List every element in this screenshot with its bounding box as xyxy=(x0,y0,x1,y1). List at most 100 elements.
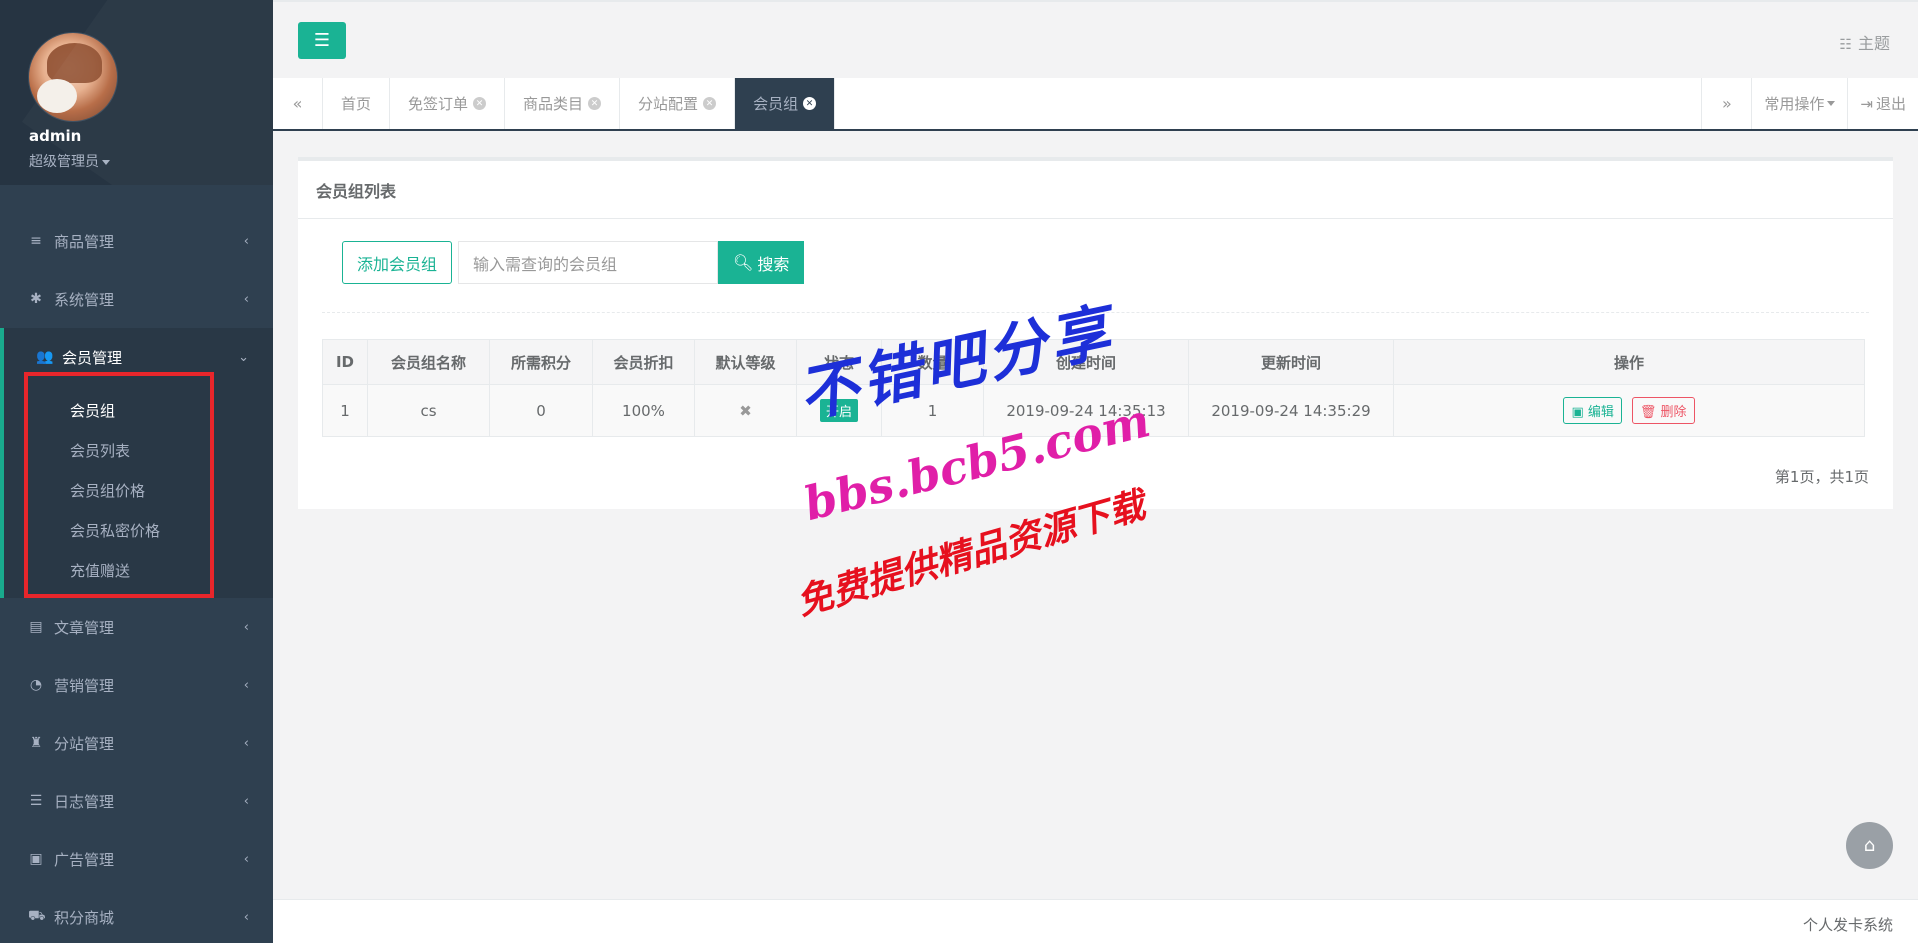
close-icon[interactable]: ✕ xyxy=(703,97,717,110)
column-header: 数量 xyxy=(881,339,984,385)
sidebar-item-members[interactable]: 👥 会员管理 ⌄ xyxy=(4,328,273,386)
sidebar-item-system[interactable]: ✱ 系统管理 ‹ xyxy=(0,270,273,328)
search-input[interactable]: 输入需查询的会员组 xyxy=(458,241,719,284)
close-icon[interactable]: ✕ xyxy=(588,97,602,110)
profile-area: admin 超级管理员 xyxy=(0,0,273,185)
tabs-bar: « 首页 免签订单 ✕ 商品类目 ✕ 分站配置 ✕ 会员组 ✕ » 常用操作 ⇥ 退出 xyxy=(273,78,1918,131)
tab-member-group[interactable]: 会员组 ✕ xyxy=(735,78,836,129)
tab-home[interactable]: 首页 xyxy=(323,78,391,129)
user-role-dropdown[interactable]: 超级管理员 xyxy=(29,151,110,171)
footer-text: 个人发卡系统 xyxy=(1802,916,1893,934)
user-name: admin xyxy=(29,127,82,145)
copy-icon: ▤ xyxy=(29,619,43,635)
column-header: 会员组名称 xyxy=(367,339,490,385)
tasks-icon: ☷ xyxy=(1839,37,1852,53)
sidebar-item-logs[interactable]: ☰ 日志管理 ‹ xyxy=(0,772,273,830)
home-icon: ⌂ xyxy=(1863,835,1876,856)
sidebar-item-label: 分站管理 xyxy=(54,734,115,753)
pie-chart-icon: ◔ xyxy=(29,677,43,693)
cell-name: cs xyxy=(367,384,490,437)
sidebar-item-label: 积分商城 xyxy=(54,908,115,927)
sidebar-item-label: 文章管理 xyxy=(54,618,115,637)
logout-button[interactable]: ⇥ 退出 xyxy=(1847,78,1918,129)
submenu-item-member-group-price[interactable]: 会员组价格 xyxy=(4,470,273,510)
divider xyxy=(322,312,1869,313)
tabs-scroll-right-button[interactable]: » xyxy=(1701,78,1751,129)
cell-status: 开启 xyxy=(796,384,882,437)
chevron-left-icon: ‹ xyxy=(243,909,249,925)
cell-default-level: ✖ xyxy=(694,384,797,437)
panel-toolbar: 添加会员组 输入需查询的会员组 🔍︎ 搜索 xyxy=(342,241,805,284)
sidebar-item-label: 日志管理 xyxy=(54,792,115,811)
sidebar-item-label: 商品管理 xyxy=(54,232,115,251)
home-floating-button[interactable]: ⌂ xyxy=(1846,822,1893,869)
avatar[interactable] xyxy=(28,32,118,122)
edit-icon: ▣ xyxy=(1571,405,1584,420)
image-icon: ▣ xyxy=(29,851,43,867)
chevron-left-icon: ‹ xyxy=(243,793,249,809)
member-group-panel: 会员组列表 添加会员组 输入需查询的会员组 🔍︎ 搜索 ID 会员组名称 所需积分… xyxy=(298,157,1893,509)
delete-button[interactable]: 🗑︎ 删除 xyxy=(1631,397,1695,424)
sidebar-item-marketing[interactable]: ◔ 营销管理 ‹ xyxy=(0,656,273,714)
tab-substation-config[interactable]: 分站配置 ✕ xyxy=(620,78,736,129)
sidebar: admin 超级管理员 ≡ 商品管理 ‹ ✱ 系统管理 ‹ 👥 会员管理 ⌄ 会… xyxy=(0,0,273,943)
cell-count: 1 xyxy=(881,384,984,437)
users-icon: 👥 xyxy=(36,349,54,365)
chevron-left-icon: ‹ xyxy=(243,735,249,751)
search-button[interactable]: 🔍︎ 搜索 xyxy=(718,241,805,284)
column-header: 默认等级 xyxy=(694,339,797,385)
member-group-table: ID 会员组名称 所需积分 会员折扣 默认等级 状态 数量 创建时间 更新时间 … xyxy=(322,339,1865,437)
close-icon[interactable]: ✕ xyxy=(473,97,487,110)
submenu-item-member-group[interactable]: 会员组 xyxy=(4,390,273,430)
tabs-scroll-left-button[interactable]: « xyxy=(273,78,323,129)
close-icon[interactable]: ✕ xyxy=(803,97,817,110)
sidebar-item-goods[interactable]: ≡ 商品管理 ‹ xyxy=(0,212,273,270)
status-badge[interactable]: 开启 xyxy=(819,399,858,422)
chevron-left-icon: ‹ xyxy=(243,677,249,693)
chevron-left-icon: ‹ xyxy=(243,233,249,249)
footer: 个人发卡系统 xyxy=(273,899,1918,943)
top-navbar: ☰ ☷ 主题 xyxy=(273,0,1918,78)
cart-icon: ⛟ xyxy=(28,908,46,924)
sidebar-item-ads[interactable]: ▣ 广告管理 ‹ xyxy=(0,830,273,888)
sidebar-item-points-mall[interactable]: ⛟ 积分商城 ‹ xyxy=(0,888,273,943)
chevron-left-icon: ‹ xyxy=(243,851,249,867)
submenu-item-member-private-price[interactable]: 会员私密价格 xyxy=(4,510,273,550)
chevron-down-icon: ⌄ xyxy=(238,349,249,365)
tabs-tools: » 常用操作 ⇥ 退出 xyxy=(1701,78,1918,129)
times-icon: ✖ xyxy=(739,401,752,420)
sidebar-item-substations[interactable]: ♜ 分站管理 ‹ xyxy=(0,714,273,772)
trash-icon: 🗑︎ xyxy=(1639,405,1657,420)
search-icon: 🔍︎ xyxy=(733,253,754,272)
sidebar-item-label: 营销管理 xyxy=(54,676,115,695)
hamburger-icon: ☰ xyxy=(313,30,331,51)
tab-goods-categories[interactable]: 商品类目 ✕ xyxy=(505,78,621,129)
sidebar-group-members: 👥 会员管理 ⌄ 会员组 会员列表 会员组价格 会员私密价格 充值赠送 xyxy=(0,328,273,598)
sign-out-icon: ⇥ xyxy=(1860,94,1873,113)
sidebar-item-label: 广告管理 xyxy=(54,850,115,869)
submenu-item-member-list[interactable]: 会员列表 xyxy=(4,430,273,470)
cell-created: 2019-09-24 14:35:13 xyxy=(983,384,1189,437)
menu-toggle-button[interactable]: ☰ xyxy=(298,22,346,59)
column-header: 操作 xyxy=(1393,339,1865,385)
column-header: 更新时间 xyxy=(1188,339,1394,385)
cell-actions: ▣ 编辑 🗑︎ 删除 xyxy=(1393,384,1865,437)
caret-down-icon xyxy=(1827,101,1836,106)
tab-unsigned-orders[interactable]: 免签订单 ✕ xyxy=(390,78,506,129)
submenu-item-recharge-bonus[interactable]: 充值赠送 xyxy=(4,550,273,590)
chevron-left-icon: ‹ xyxy=(243,619,249,635)
cell-discount: 100% xyxy=(592,384,695,437)
pagination-info: 第1页，共1页 xyxy=(1774,468,1869,486)
sidebar-item-articles[interactable]: ▤ 文章管理 ‹ xyxy=(0,598,273,656)
common-ops-dropdown[interactable]: 常用操作 xyxy=(1751,78,1847,129)
column-header: 状态 xyxy=(796,339,882,385)
add-member-group-button[interactable]: 添加会员组 xyxy=(342,241,453,284)
theme-button[interactable]: ☷ 主题 xyxy=(1839,30,1890,54)
shirt-icon: ♜ xyxy=(29,735,43,751)
cell-updated: 2019-09-24 14:35:29 xyxy=(1188,384,1394,437)
double-left-icon: « xyxy=(292,94,303,113)
column-header: ID xyxy=(322,339,368,385)
column-header: 所需积分 xyxy=(489,339,593,385)
edit-button[interactable]: ▣ 编辑 xyxy=(1563,397,1622,424)
server-icon: ☰ xyxy=(29,793,43,809)
